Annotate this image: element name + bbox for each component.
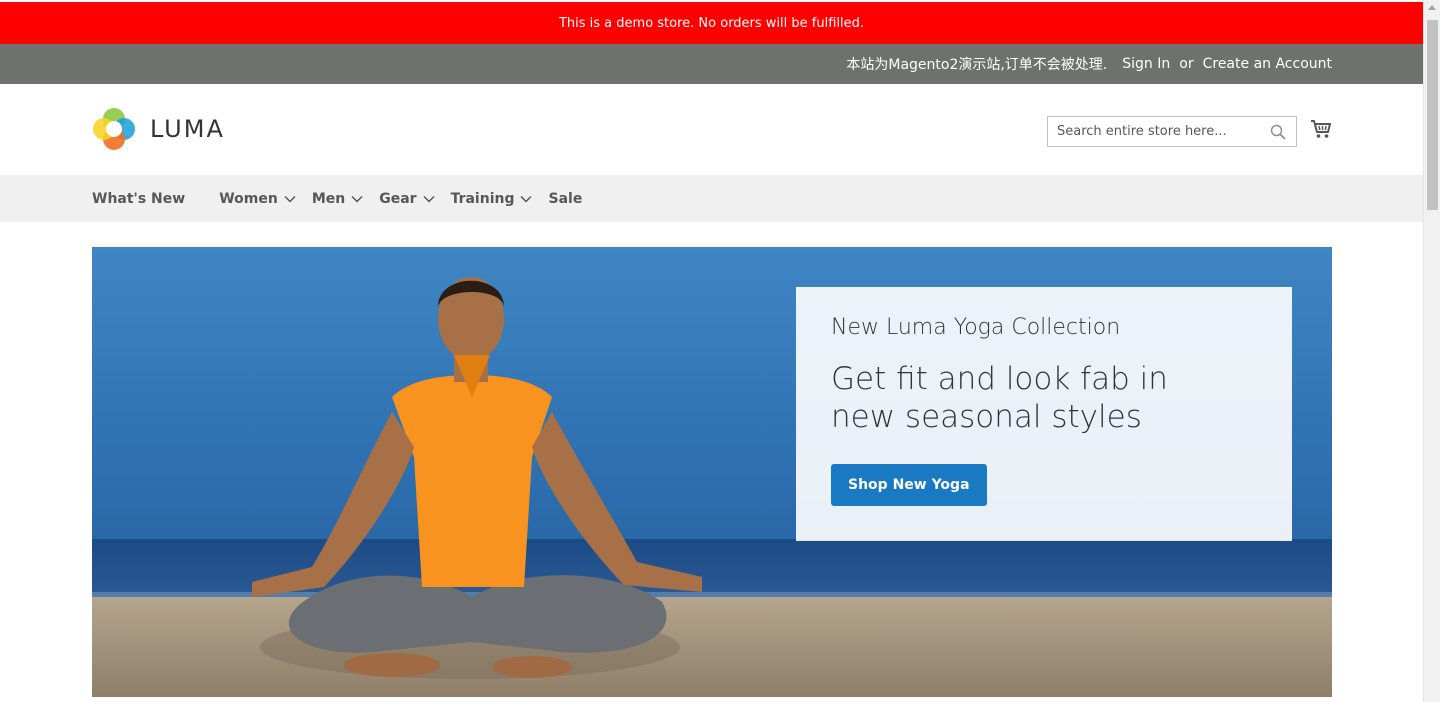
hero-banner[interactable]: New Luma Yoga Collection Get fit and loo…: [92, 247, 1332, 697]
nav-item-label: Men: [311, 190, 346, 207]
welcome-message: 本站为Magento2演示站,订单不会被处理.: [846, 57, 1108, 73]
hero-title: Get fit and look fab in new seasonal sty…: [831, 361, 1168, 435]
nav-item-label: What's New: [92, 190, 186, 207]
header-content: LUMA: [0, 84, 1423, 175]
chevron-down-icon: [351, 195, 363, 203]
chevron-down-icon: [520, 195, 533, 203]
nav-item-whats-new[interactable]: What's New: [92, 191, 185, 207]
luma-logo-icon: [93, 108, 135, 150]
nav-item-men[interactable]: Men: [312, 191, 363, 207]
nav-item-label: Women: [219, 190, 278, 207]
create-account-link[interactable]: Create an Account: [1203, 56, 1332, 72]
chevron-down-icon: [284, 195, 296, 203]
search-icon[interactable]: [1270, 124, 1286, 140]
scroll-up-arrow-icon[interactable]: [1428, 5, 1436, 10]
search-input[interactable]: [1048, 117, 1263, 146]
nav-item-label: Gear: [379, 190, 417, 207]
nav-item-women[interactable]: Women: [219, 191, 296, 207]
hero-content: New Luma Yoga Collection Get fit and loo…: [796, 287, 1292, 541]
scrollbar-thumb[interactable]: [1427, 20, 1438, 210]
cart-icon[interactable]: [1310, 118, 1332, 140]
page: This is a demo store. No orders will be …: [0, 0, 1423, 702]
logo-text: LUMA: [150, 115, 225, 143]
nav-item-training[interactable]: Training: [451, 191, 533, 207]
chevron-down-icon: [423, 195, 435, 203]
vertical-scrollbar[interactable]: [1423, 0, 1440, 702]
hero-subtitle: New Luma Yoga Collection: [831, 315, 1121, 340]
nav-item-gear[interactable]: Gear: [379, 190, 435, 207]
header-links: 本站为Magento2演示站,订单不会被处理. Sign In or Creat…: [846, 44, 1332, 84]
nav-item-sale[interactable]: Sale: [548, 191, 582, 207]
demo-notice: This is a demo store. No orders will be …: [0, 2, 1423, 44]
demo-notice-text: This is a demo store. No orders will be …: [558, 15, 865, 31]
search-box: [1047, 116, 1297, 147]
sign-in-link[interactable]: Sign In: [1122, 56, 1170, 72]
or-separator: or: [1179, 56, 1194, 72]
nav-item-label: Training: [450, 190, 515, 207]
header-panel: 本站为Magento2演示站,订单不会被处理. Sign In or Creat…: [0, 44, 1423, 84]
logo[interactable]: LUMA: [92, 106, 225, 152]
main-navigation: What's New Women Men Gear Training Sale: [0, 175, 1423, 222]
nav-item-label: Sale: [548, 190, 583, 207]
shop-new-yoga-button[interactable]: Shop New Yoga: [831, 464, 987, 506]
